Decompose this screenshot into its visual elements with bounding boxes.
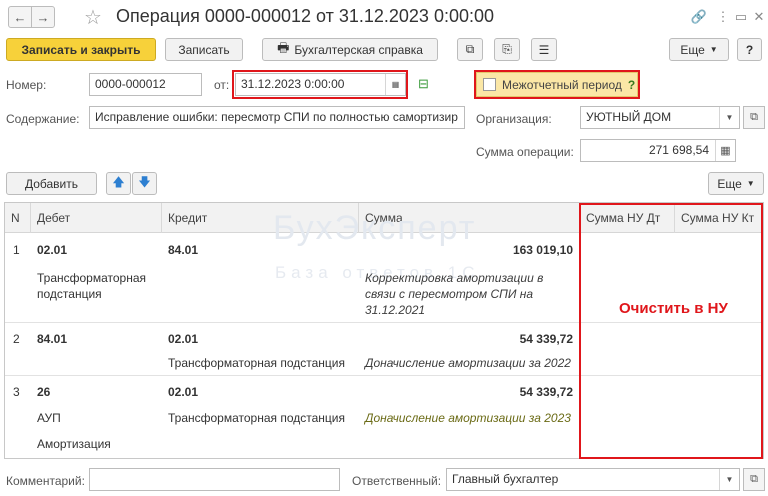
credit-account: 02.01: [168, 332, 199, 346]
content-label: Содержание:: [6, 112, 80, 126]
organization-dropdown-icon[interactable]: ▼: [719, 107, 739, 128]
calculator-icon[interactable]: ▦: [715, 140, 735, 161]
save-label: Записать: [178, 42, 230, 57]
menu-dots-icon[interactable]: ⋮: [714, 8, 732, 26]
column-header-credit[interactable]: Кредит: [162, 203, 359, 233]
number-field[interactable]: 0000-000012: [89, 73, 202, 96]
chevron-down-icon: ▼: [709, 45, 718, 54]
amount-label: Сумма операции:: [476, 145, 574, 159]
entry-description: Доначисление амортизации за 2023: [365, 411, 571, 425]
column-header-debit[interactable]: Дебет: [31, 203, 162, 233]
close-window-icon[interactable]: ✕: [750, 8, 768, 26]
credit-subconto: Трансформаторная подстанция: [168, 356, 345, 370]
comment-field[interactable]: [89, 468, 340, 491]
responsible-value: Главный бухгалтер: [452, 472, 559, 486]
attachment-icon[interactable]: ⎘: [494, 38, 520, 61]
add-row-label: Добавить: [24, 176, 79, 191]
interperiod-help-icon[interactable]: ?: [628, 78, 635, 92]
debit-subconto: Амортизация: [37, 437, 111, 451]
accounting-report-label: Бухгалтерская справка: [294, 42, 423, 57]
row-number: 3: [13, 385, 20, 399]
chevron-down-icon: ▼: [746, 179, 755, 188]
credit-account: 02.01: [168, 385, 199, 399]
interperiod-checkbox[interactable]: [483, 78, 496, 91]
clear-nu-annotation: Очистить в НУ: [619, 300, 728, 317]
interperiod-label: Межотчетный период: [502, 77, 622, 92]
date-label: от:: [214, 78, 230, 92]
debit-subconto: Трансформаторная подстанция: [37, 271, 147, 301]
more-button[interactable]: Еще ▼: [669, 38, 729, 61]
nu-columns-highlight-frame: [579, 203, 763, 459]
more-label: Еще: [680, 42, 705, 57]
column-header-n[interactable]: N: [5, 203, 31, 233]
table-more-button[interactable]: Еще ▼: [708, 172, 764, 195]
organization-value: УЮТНЫЙ ДОМ: [586, 110, 672, 124]
credit-subconto: Трансформаторная подстанция: [168, 411, 345, 425]
forward-arrow-icon[interactable]: →: [31, 6, 55, 28]
date-highlight-frame: [232, 70, 408, 99]
sum-value: 163 019,10: [512, 243, 573, 257]
content-field[interactable]: Исправление ошибки: пересмотр СПИ по пол…: [89, 106, 465, 129]
printer-icon: 🖶: [277, 39, 290, 55]
responsible-field[interactable]: Главный бухгалтер ▼: [446, 468, 740, 491]
add-row-button[interactable]: Добавить: [6, 172, 97, 195]
amount-value: 271 698,54: [648, 143, 709, 157]
sum-value: 54 339,72: [519, 332, 573, 346]
responsible-label: Ответственный:: [352, 474, 442, 488]
row-number: 2: [13, 332, 20, 346]
column-header-sum[interactable]: Сумма: [359, 203, 580, 233]
move-down-icon[interactable]: 🡇: [132, 172, 157, 195]
debit-account: 84.01: [37, 332, 68, 346]
amount-field[interactable]: 271 698,54 ▦: [580, 139, 736, 162]
organization-field[interactable]: УЮТНЫЙ ДОМ ▼: [580, 106, 740, 129]
organization-open-icon[interactable]: ⧉: [743, 106, 765, 129]
interperiod-option[interactable]: Межотчетный период ?: [476, 72, 638, 97]
post-and-close-label: Записать и закрыть: [21, 42, 141, 57]
calendar-arrow-icon[interactable]: ⊟: [418, 76, 429, 92]
document-list-icon[interactable]: ☰: [531, 38, 557, 61]
organization-label: Организация:: [476, 112, 552, 126]
post-and-close-button[interactable]: Записать и закрыть: [6, 38, 156, 61]
save-button[interactable]: Записать: [165, 38, 243, 61]
sum-value: 54 339,72: [519, 385, 573, 399]
structure-icon[interactable]: ⧉: [457, 38, 483, 61]
link-icon[interactable]: 🔗: [690, 8, 708, 26]
title-bar: ← → ☆ Операция 0000-000012 от 31.12.2023…: [0, 0, 768, 34]
responsible-dropdown-icon[interactable]: ▼: [719, 469, 739, 490]
number-label: Номер:: [6, 78, 47, 92]
favorite-star-icon[interactable]: ☆: [84, 5, 102, 30]
table-more-label: Еще: [717, 176, 742, 191]
accounting-report-button[interactable]: 🖶 Бухгалтерская справка: [262, 38, 438, 61]
debit-subconto: АУП: [37, 411, 61, 425]
back-arrow-icon[interactable]: ←: [8, 6, 32, 28]
entry-description: Корректировка амортизации в связи с пере…: [365, 271, 544, 317]
responsible-open-icon[interactable]: ⧉: [743, 468, 765, 491]
credit-account: 84.01: [168, 243, 199, 257]
entry-description: Доначисление амортизации за 2022: [365, 356, 571, 370]
help-button[interactable]: ?: [737, 38, 762, 61]
move-up-icon[interactable]: 🡅: [106, 172, 131, 195]
debit-account: 26: [37, 385, 51, 399]
help-label: ?: [745, 42, 754, 57]
window-title: Операция 0000-000012 от 31.12.2023 0:00:…: [116, 6, 494, 26]
debit-account: 02.01: [37, 243, 68, 257]
restore-window-icon[interactable]: ▭: [732, 8, 750, 26]
comment-label: Комментарий:: [6, 474, 85, 488]
row-number: 1: [13, 243, 20, 257]
